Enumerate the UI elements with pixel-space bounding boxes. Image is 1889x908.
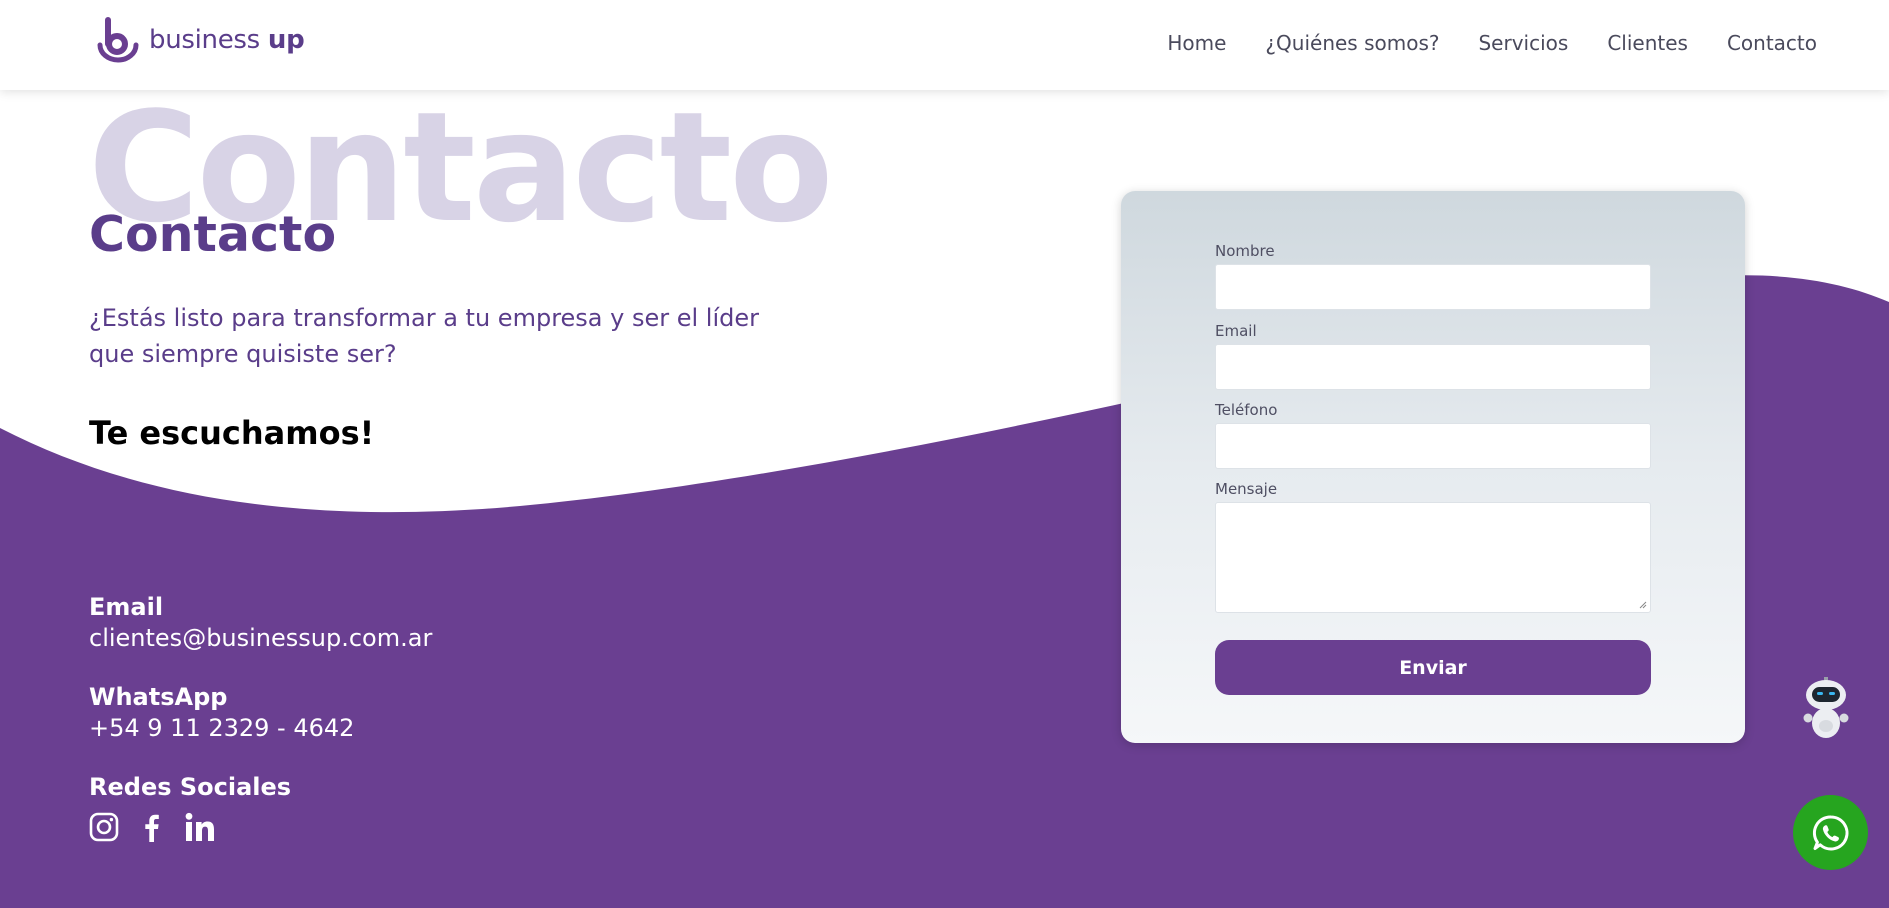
telefono-label: Teléfono — [1215, 401, 1278, 419]
whatsapp-icon — [1812, 814, 1848, 850]
lead-text: ¿Estás listo para transformar a tu empre… — [89, 304, 759, 368]
nav-clientes[interactable]: Clientes — [1607, 31, 1688, 55]
subheading: Te escuchamos! — [89, 414, 375, 452]
nav-home[interactable]: Home — [1167, 31, 1226, 55]
social-links — [89, 812, 291, 842]
whatsapp-button[interactable] — [1793, 795, 1868, 870]
email-info: Email clientes@businessup.com.ar — [89, 592, 432, 654]
social-info: Redes Sociales — [89, 772, 291, 842]
logo-mark-icon — [97, 17, 139, 63]
page-title: Contacto — [89, 206, 337, 263]
contact-form: Nombre Email Teléfono Mensaje Enviar — [1121, 191, 1745, 743]
brand-name-business: business — [149, 25, 260, 55]
main-nav: Home ¿Quiénes somos? Servicios Clientes … — [1128, 31, 1817, 55]
email-value[interactable]: clientes@businessup.com.ar — [89, 622, 432, 654]
mensaje-textarea[interactable] — [1215, 502, 1651, 613]
robot-icon[interactable] — [1799, 676, 1853, 742]
brand-logo[interactable]: business up — [95, 17, 305, 63]
email-field-label: Email — [1215, 322, 1257, 340]
field-email: Email — [1215, 322, 1651, 390]
field-mensaje: Mensaje — [1215, 480, 1651, 613]
nombre-input[interactable] — [1215, 264, 1651, 310]
nombre-label: Nombre — [1215, 242, 1275, 260]
whatsapp-info: WhatsApp +54 9 11 2329 - 4642 — [89, 682, 354, 744]
submit-button[interactable]: Enviar — [1215, 640, 1651, 695]
social-label: Redes Sociales — [89, 773, 292, 801]
site-header: business up Home ¿Quiénes somos? Servici… — [0, 0, 1889, 90]
email-input[interactable] — [1215, 344, 1651, 390]
nav-contacto[interactable]: Contacto — [1727, 31, 1817, 55]
resize-grip-icon[interactable] — [1639, 601, 1647, 609]
whatsapp-value[interactable]: +54 9 11 2329 - 4642 — [89, 712, 354, 744]
whatsapp-label: WhatsApp — [89, 683, 228, 711]
brand-name: business up — [149, 25, 305, 55]
telefono-input[interactable] — [1215, 423, 1651, 469]
linkedin-icon[interactable] — [185, 812, 215, 842]
field-nombre: Nombre — [1215, 242, 1651, 310]
nav-servicios[interactable]: Servicios — [1478, 31, 1568, 55]
mensaje-label: Mensaje — [1215, 480, 1278, 498]
instagram-icon[interactable] — [89, 812, 119, 842]
nav-quienes-somos[interactable]: ¿Quiénes somos? — [1265, 31, 1439, 55]
facebook-icon[interactable] — [137, 812, 167, 842]
field-telefono: Teléfono — [1215, 401, 1651, 469]
brand-name-up: up — [267, 25, 305, 55]
email-label: Email — [89, 593, 164, 621]
